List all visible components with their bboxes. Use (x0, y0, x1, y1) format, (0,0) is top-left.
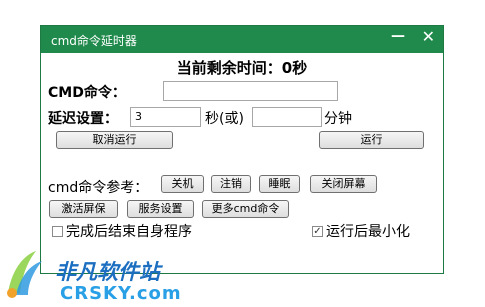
cancel-run-button[interactable]: 取消运行 (56, 131, 173, 149)
minutes-unit-label: 分钟 (324, 111, 352, 127)
exit-after-label: 完成后结束自身程序 (66, 224, 192, 240)
shutdown-button[interactable]: 关机 (161, 175, 204, 193)
cmd-reference-label: cmd命令参考： (48, 180, 149, 196)
cmd-label: CMD命令： (48, 85, 126, 101)
minimize-button[interactable]: — (391, 28, 405, 44)
service-settings-button[interactable]: 服务设置 (127, 200, 194, 218)
activate-screensaver-button[interactable]: 激活屏保 (49, 200, 118, 218)
close-button[interactable]: ✕ (422, 27, 435, 46)
window-title: cmd命令延时器 (51, 34, 137, 48)
logoff-button[interactable]: 注销 (211, 175, 251, 193)
watermark-en: CRSKY.com (60, 283, 182, 304)
delay-minutes-input[interactable] (252, 107, 322, 127)
screen-off-button[interactable]: 关闭屏幕 (310, 175, 377, 193)
remaining-time-status: 当前剩余时间：0秒 (176, 59, 308, 77)
seconds-unit-label: 秒(或) (205, 111, 244, 127)
delay-label: 延迟设置： (48, 111, 118, 127)
delay-seconds-input[interactable]: 3 (130, 107, 201, 127)
exit-after-checkbox[interactable] (52, 226, 63, 237)
app-window: cmd命令延时器 — ✕ 当前剩余时间：0秒 CMD命令： 延迟设置： 3 秒(… (40, 25, 444, 274)
run-button[interactable]: 运行 (319, 131, 424, 149)
minimize-after-checkbox[interactable]: ✓ (312, 226, 323, 237)
title-bar: cmd命令延时器 — ✕ (41, 26, 443, 53)
crsky-logo-icon (7, 251, 42, 298)
watermark-cn: 非凡软件站 (55, 260, 160, 284)
cmd-input[interactable] (163, 81, 338, 101)
checkmark-icon: ✓ (313, 226, 322, 237)
sleep-button[interactable]: 睡眠 (259, 175, 300, 193)
minimize-after-label: 运行后最小化 (326, 224, 410, 240)
more-cmd-button[interactable]: 更多cmd命令 (202, 200, 289, 218)
